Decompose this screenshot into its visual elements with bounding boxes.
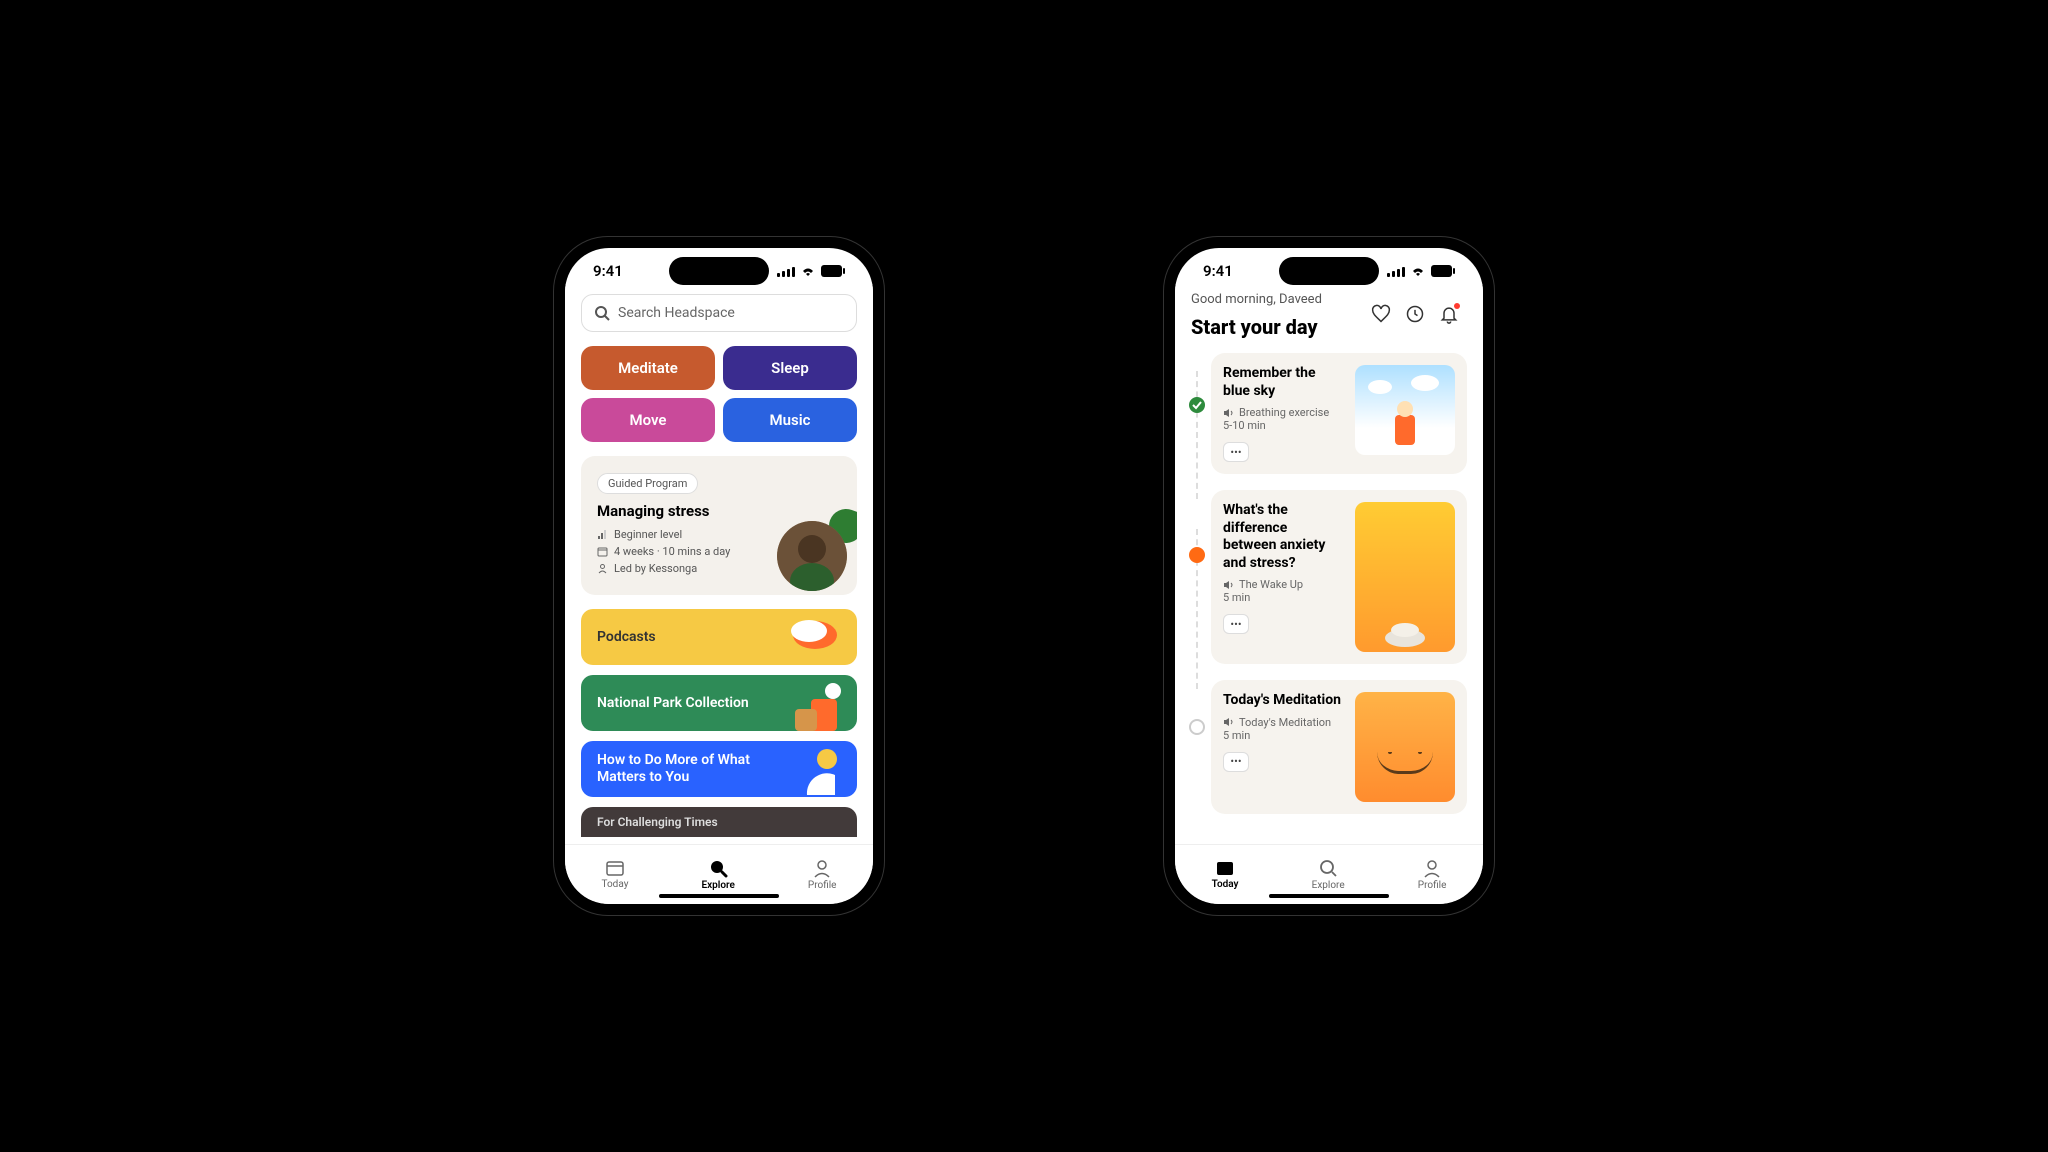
- card-blue-sky[interactable]: Remember the blue sky Breathing exercise…: [1211, 353, 1467, 474]
- card-thumb: [1355, 692, 1455, 802]
- row-parks[interactable]: National Park Collection: [581, 675, 857, 731]
- card-title: Remember the blue sky: [1223, 365, 1343, 400]
- calendar-icon: [597, 546, 608, 557]
- more-button[interactable]: •••: [1223, 614, 1249, 634]
- profile-icon: [812, 858, 832, 878]
- card-title: What's the difference between anxiety an…: [1223, 502, 1343, 572]
- phone-explore: 9:41 Search Headspace Meditate Sleep Mov…: [554, 237, 884, 915]
- tab-explore[interactable]: Explore: [701, 858, 734, 891]
- status-time: 9:41: [1203, 262, 1233, 280]
- smile-icon: [1377, 752, 1433, 774]
- sound-icon: [1223, 717, 1234, 727]
- notification-dot: [1454, 303, 1460, 309]
- tab-profile[interactable]: Profile: [808, 858, 837, 891]
- today-icon: [1215, 859, 1235, 877]
- card-title: Today's Meditation: [1223, 692, 1343, 710]
- battery-icon: [1431, 265, 1455, 277]
- status-bar: 9:41: [1175, 248, 1483, 284]
- card-type: Today's Meditation: [1223, 716, 1343, 729]
- home-indicator[interactable]: [659, 894, 779, 898]
- wifi-icon: [1410, 266, 1426, 277]
- category-sleep[interactable]: Sleep: [723, 346, 857, 390]
- timeline-dot-done: [1189, 397, 1205, 413]
- level-icon: [597, 529, 608, 540]
- today-icon: [605, 859, 625, 877]
- explore-icon: [708, 858, 728, 878]
- instructor-avatar: [777, 521, 847, 591]
- program-title: Managing stress: [597, 502, 841, 520]
- card-duration: 5 min: [1223, 591, 1343, 604]
- tab-today[interactable]: Today: [1212, 859, 1239, 890]
- category-meditate[interactable]: Meditate: [581, 346, 715, 390]
- wifi-icon: [800, 266, 816, 277]
- card-duration: 5-10 min: [1223, 419, 1343, 432]
- mountain-icon: [781, 681, 851, 731]
- card-duration: 5 min: [1223, 729, 1343, 742]
- pebble-icon: [1381, 618, 1429, 648]
- timeline-dot-current: [1189, 547, 1205, 563]
- card-meditation[interactable]: Today's Meditation Today's Meditation 5 …: [1211, 680, 1467, 814]
- card-thumb: [1355, 502, 1455, 652]
- timeline-dot-open: [1189, 719, 1205, 735]
- person-icon: [597, 563, 608, 574]
- home-indicator[interactable]: [1269, 894, 1389, 898]
- status-time: 9:41: [593, 262, 623, 280]
- row-podcasts[interactable]: Podcasts: [581, 609, 857, 665]
- row-howto[interactable]: How to Do More of What Matters to You: [581, 741, 857, 797]
- search-placeholder: Search Headspace: [618, 305, 735, 321]
- speech-bubble-icon: [779, 617, 839, 657]
- card-type: The Wake Up: [1223, 578, 1343, 591]
- search-icon: [594, 305, 610, 321]
- more-button[interactable]: •••: [1223, 752, 1249, 772]
- card-type: Breathing exercise: [1223, 406, 1343, 419]
- tab-today[interactable]: Today: [602, 859, 629, 890]
- card-wake-up[interactable]: What's the difference between anxiety an…: [1211, 490, 1467, 664]
- row-cutoff[interactable]: For Challenging Times: [581, 807, 857, 837]
- search-input[interactable]: Search Headspace: [581, 294, 857, 332]
- sound-icon: [1223, 408, 1234, 418]
- sound-icon: [1223, 580, 1234, 590]
- tab-profile[interactable]: Profile: [1418, 858, 1447, 891]
- check-icon: [1189, 397, 1205, 413]
- signal-icon: [777, 266, 795, 277]
- battery-icon: [821, 265, 845, 277]
- status-bar: 9:41: [565, 248, 873, 284]
- category-move[interactable]: Move: [581, 398, 715, 442]
- bell-icon[interactable]: [1439, 304, 1459, 324]
- history-icon[interactable]: [1405, 304, 1425, 324]
- profile-icon: [1422, 858, 1442, 878]
- guided-program-card[interactable]: Guided Program Managing stress Beginner …: [581, 456, 857, 595]
- tab-explore[interactable]: Explore: [1312, 858, 1345, 891]
- phone-today: 9:41 Good morning, Daveed Start your day: [1164, 237, 1494, 915]
- crescent-icon: [787, 745, 847, 795]
- program-pill: Guided Program: [597, 473, 698, 494]
- card-thumb: [1355, 365, 1455, 455]
- heart-icon[interactable]: [1371, 304, 1391, 324]
- explore-icon: [1318, 858, 1338, 878]
- signal-icon: [1387, 266, 1405, 277]
- category-music[interactable]: Music: [723, 398, 857, 442]
- more-button[interactable]: •••: [1223, 442, 1249, 462]
